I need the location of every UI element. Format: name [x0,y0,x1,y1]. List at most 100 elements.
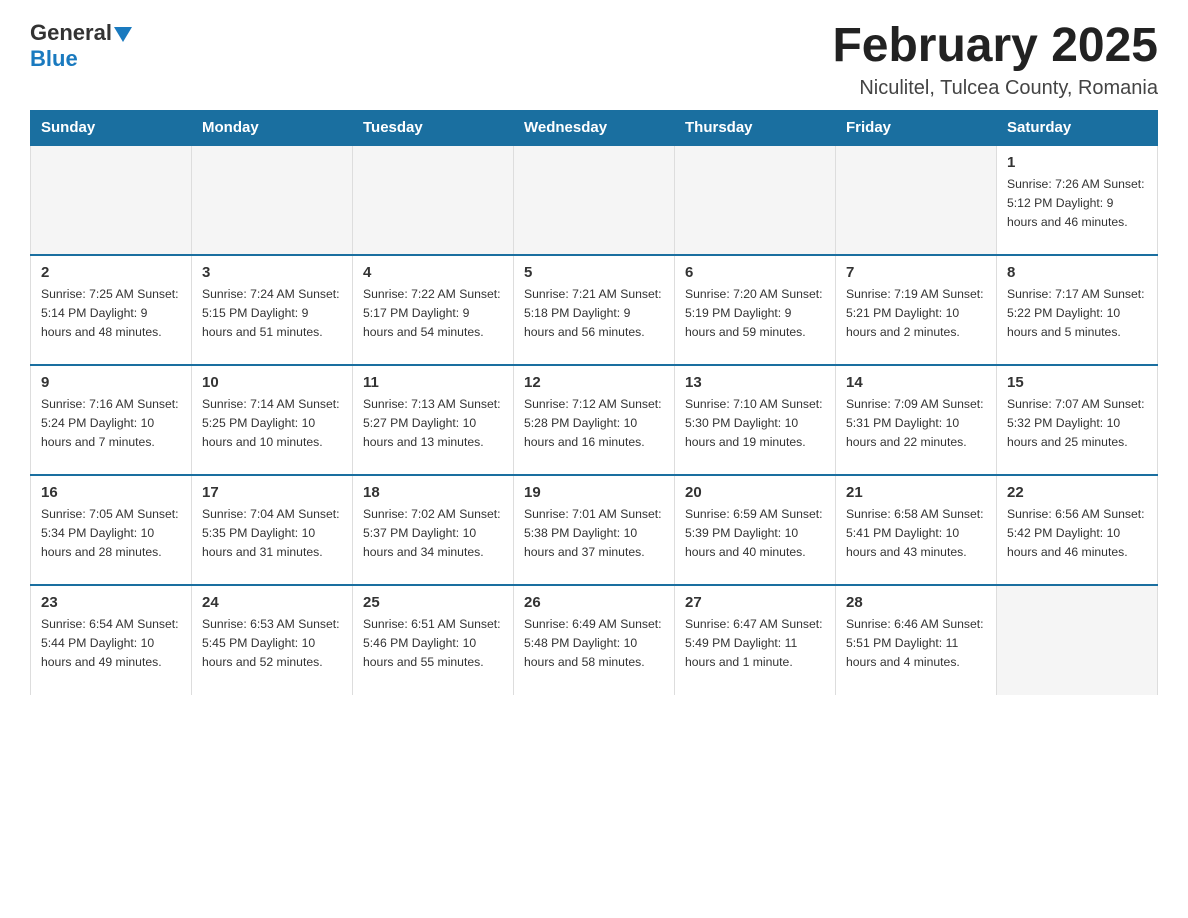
calendar-cell-w0-d1 [192,145,353,255]
day-info: Sunrise: 7:07 AM Sunset: 5:32 PM Dayligh… [1007,395,1147,452]
main-title: February 2025 [832,20,1158,73]
day-number: 12 [524,374,664,391]
logo-blue-text: Blue [30,46,78,72]
calendar-cell-w0-d0 [31,145,192,255]
calendar-header: SundayMondayTuesdayWednesdayThursdayFrid… [31,110,1158,145]
calendar-week-2: 9 Sunrise: 7:16 AM Sunset: 5:24 PM Daylig… [31,365,1158,475]
day-info: Sunrise: 7:25 AM Sunset: 5:14 PM Dayligh… [41,285,181,342]
calendar-cell-w4-d6 [997,585,1158,695]
calendar-cell-w1-d6: 8 Sunrise: 7:17 AM Sunset: 5:22 PM Daylig… [997,255,1158,365]
day-info: Sunrise: 7:19 AM Sunset: 5:21 PM Dayligh… [846,285,986,342]
day-info: Sunrise: 6:54 AM Sunset: 5:44 PM Dayligh… [41,615,181,672]
day-number: 9 [41,374,181,391]
calendar-cell-w0-d6: 1Sunrise: 7:26 AM Sunset: 5:12 PM Daylig… [997,145,1158,255]
day-number: 8 [1007,264,1147,281]
day-info: Sunrise: 7:12 AM Sunset: 5:28 PM Dayligh… [524,395,664,452]
calendar-cell-w3-d6: 22 Sunrise: 6:56 AM Sunset: 5:42 PM Dayli… [997,475,1158,585]
day-number: 28 [846,594,986,611]
logo-triangle-icon [114,27,132,42]
calendar-cell-w1-d4: 6 Sunrise: 7:20 AM Sunset: 5:19 PM Daylig… [675,255,836,365]
calendar-cell-w2-d4: 13 Sunrise: 7:10 AM Sunset: 5:30 PM Dayli… [675,365,836,475]
calendar-cell-w2-d5: 14 Sunrise: 7:09 AM Sunset: 5:31 PM Dayli… [836,365,997,475]
subtitle: Niculitel, Tulcea County, Romania [832,77,1158,100]
calendar-cell-w0-d2 [353,145,514,255]
day-number: 13 [685,374,825,391]
day-info: Sunrise: 7:22 AM Sunset: 5:17 PM Dayligh… [363,285,503,342]
day-info: Sunrise: 6:58 AM Sunset: 5:41 PM Dayligh… [846,505,986,562]
day-info: Sunrise: 7:24 AM Sunset: 5:15 PM Dayligh… [202,285,342,342]
day-info: Sunrise: 6:56 AM Sunset: 5:42 PM Dayligh… [1007,505,1147,562]
calendar-cell-w3-d3: 19 Sunrise: 7:01 AM Sunset: 5:38 PM Dayli… [514,475,675,585]
day-info: Sunrise: 6:46 AM Sunset: 5:51 PM Dayligh… [846,615,986,672]
day-number: 1 [1007,154,1147,171]
day-number: 20 [685,484,825,501]
calendar-body: 1Sunrise: 7:26 AM Sunset: 5:12 PM Daylig… [31,145,1158,695]
calendar-week-1: 2 Sunrise: 7:25 AM Sunset: 5:14 PM Daylig… [31,255,1158,365]
calendar-cell-w4-d4: 27 Sunrise: 6:47 AM Sunset: 5:49 PM Dayli… [675,585,836,695]
logo: General Blue [30,20,132,72]
calendar-cell-w0-d5 [836,145,997,255]
header-wednesday: Wednesday [514,110,675,145]
day-info: Sunrise: 7:09 AM Sunset: 5:31 PM Dayligh… [846,395,986,452]
day-number: 19 [524,484,664,501]
day-info: Sunrise: 7:20 AM Sunset: 5:19 PM Dayligh… [685,285,825,342]
calendar-cell-w1-d2: 4Sunrise: 7:22 AM Sunset: 5:17 PM Daylig… [353,255,514,365]
day-number: 21 [846,484,986,501]
calendar-cell-w3-d4: 20 Sunrise: 6:59 AM Sunset: 5:39 PM Dayli… [675,475,836,585]
day-info: Sunrise: 7:13 AM Sunset: 5:27 PM Dayligh… [363,395,503,452]
day-number: 15 [1007,374,1147,391]
calendar-week-4: 23 Sunrise: 6:54 AM Sunset: 5:44 PM Dayli… [31,585,1158,695]
calendar-cell-w2-d1: 10Sunrise: 7:14 AM Sunset: 5:25 PM Dayli… [192,365,353,475]
calendar-cell-w0-d4 [675,145,836,255]
day-info: Sunrise: 7:17 AM Sunset: 5:22 PM Dayligh… [1007,285,1147,342]
header-saturday: Saturday [997,110,1158,145]
header-monday: Monday [192,110,353,145]
calendar-cell-w4-d1: 24Sunrise: 6:53 AM Sunset: 5:45 PM Dayli… [192,585,353,695]
day-info: Sunrise: 6:53 AM Sunset: 5:45 PM Dayligh… [202,615,342,672]
day-number: 2 [41,264,181,281]
day-info: Sunrise: 7:01 AM Sunset: 5:38 PM Dayligh… [524,505,664,562]
day-info: Sunrise: 6:49 AM Sunset: 5:48 PM Dayligh… [524,615,664,672]
calendar-cell-w3-d1: 17 Sunrise: 7:04 AM Sunset: 5:35 PM Dayli… [192,475,353,585]
logo-general-text: General [30,20,112,46]
day-info: Sunrise: 6:47 AM Sunset: 5:49 PM Dayligh… [685,615,825,672]
title-block: February 2025 Niculitel, Tulcea County, … [832,20,1158,100]
day-info: Sunrise: 7:21 AM Sunset: 5:18 PM Dayligh… [524,285,664,342]
day-number: 18 [363,484,503,501]
calendar-cell-w3-d5: 21 Sunrise: 6:58 AM Sunset: 5:41 PM Dayli… [836,475,997,585]
day-number: 25 [363,594,503,611]
header-thursday: Thursday [675,110,836,145]
day-number: 22 [1007,484,1147,501]
day-info: Sunrise: 6:59 AM Sunset: 5:39 PM Dayligh… [685,505,825,562]
calendar-week-3: 16Sunrise: 7:05 AM Sunset: 5:34 PM Dayli… [31,475,1158,585]
page-header: General Blue February 2025 Niculitel, Tu… [30,20,1158,100]
calendar-cell-w0-d3 [514,145,675,255]
header-friday: Friday [836,110,997,145]
day-info: Sunrise: 7:05 AM Sunset: 5:34 PM Dayligh… [41,505,181,562]
calendar-cell-w3-d0: 16Sunrise: 7:05 AM Sunset: 5:34 PM Dayli… [31,475,192,585]
calendar-cell-w3-d2: 18Sunrise: 7:02 AM Sunset: 5:37 PM Dayli… [353,475,514,585]
day-number: 11 [363,374,503,391]
day-number: 6 [685,264,825,281]
calendar-cell-w1-d1: 3 Sunrise: 7:24 AM Sunset: 5:15 PM Daylig… [192,255,353,365]
day-info: Sunrise: 7:10 AM Sunset: 5:30 PM Dayligh… [685,395,825,452]
day-number: 5 [524,264,664,281]
calendar-cell-w2-d0: 9 Sunrise: 7:16 AM Sunset: 5:24 PM Daylig… [31,365,192,475]
calendar-cell-w1-d0: 2 Sunrise: 7:25 AM Sunset: 5:14 PM Daylig… [31,255,192,365]
calendar-cell-w4-d5: 28 Sunrise: 6:46 AM Sunset: 5:51 PM Dayli… [836,585,997,695]
calendar-cell-w2-d3: 12 Sunrise: 7:12 AM Sunset: 5:28 PM Dayli… [514,365,675,475]
day-number: 23 [41,594,181,611]
day-number: 3 [202,264,342,281]
day-number: 17 [202,484,342,501]
day-info: Sunrise: 7:04 AM Sunset: 5:35 PM Dayligh… [202,505,342,562]
header-sunday: Sunday [31,110,192,145]
day-number: 14 [846,374,986,391]
day-number: 7 [846,264,986,281]
day-info: Sunrise: 6:51 AM Sunset: 5:46 PM Dayligh… [363,615,503,672]
day-info: Sunrise: 7:16 AM Sunset: 5:24 PM Dayligh… [41,395,181,452]
header-tuesday: Tuesday [353,110,514,145]
calendar-cell-w2-d2: 11 Sunrise: 7:13 AM Sunset: 5:27 PM Dayli… [353,365,514,475]
calendar-cell-w1-d5: 7 Sunrise: 7:19 AM Sunset: 5:21 PM Daylig… [836,255,997,365]
day-number: 27 [685,594,825,611]
day-info: Sunrise: 7:14 AM Sunset: 5:25 PM Dayligh… [202,395,342,452]
